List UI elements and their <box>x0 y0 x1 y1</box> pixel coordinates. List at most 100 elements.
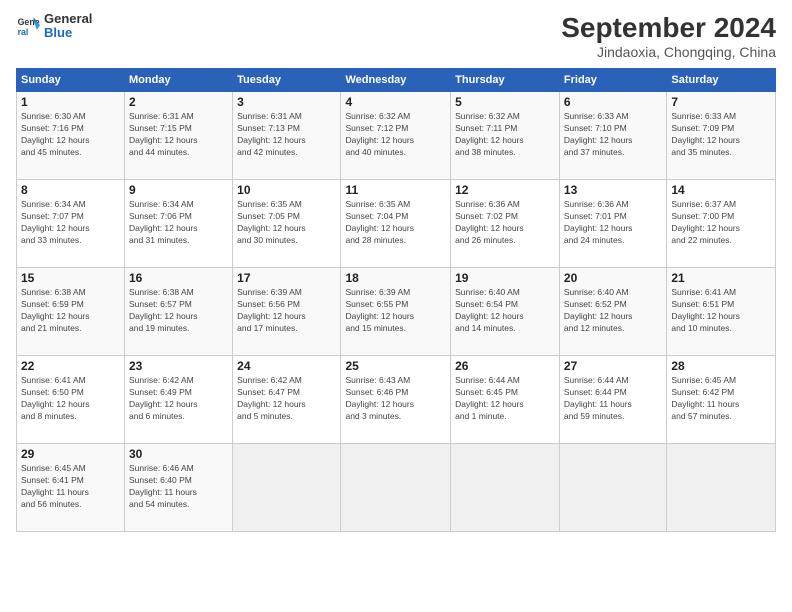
day-number: 29 <box>21 447 120 461</box>
calendar-cell: 17 Sunrise: 6:39 AM Sunset: 6:56 PM Dayli… <box>233 268 341 356</box>
day-number: 22 <box>21 359 120 373</box>
calendar-cell: 20 Sunrise: 6:40 AM Sunset: 6:52 PM Dayli… <box>559 268 666 356</box>
day-number: 10 <box>237 183 336 197</box>
day-info: Sunrise: 6:44 AM Sunset: 6:44 PM Dayligh… <box>564 375 662 423</box>
weekday-header-sunday: Sunday <box>17 69 125 92</box>
day-info: Sunrise: 6:45 AM Sunset: 6:42 PM Dayligh… <box>671 375 771 423</box>
calendar-cell: 30Sunrise: 6:46 AM Sunset: 6:40 PM Dayli… <box>125 444 233 532</box>
calendar-cell: 21Sunrise: 6:41 AM Sunset: 6:51 PM Dayli… <box>667 268 776 356</box>
logo-text-bottom: Blue <box>44 26 92 40</box>
location-subtitle: Jindaoxia, Chongqing, China <box>561 44 776 60</box>
day-info: Sunrise: 6:40 AM Sunset: 6:52 PM Dayligh… <box>564 287 662 335</box>
day-info: Sunrise: 6:32 AM Sunset: 7:11 PM Dayligh… <box>455 111 555 159</box>
day-info: Sunrise: 6:36 AM Sunset: 7:01 PM Dayligh… <box>564 199 662 247</box>
calendar-cell: 11 Sunrise: 6:35 AM Sunset: 7:04 PM Dayli… <box>341 180 451 268</box>
day-number: 26 <box>455 359 555 373</box>
calendar-header-row: SundayMondayTuesdayWednesdayThursdayFrid… <box>17 69 776 92</box>
day-info: Sunrise: 6:42 AM Sunset: 6:47 PM Dayligh… <box>237 375 336 423</box>
day-number: 4 <box>345 95 446 109</box>
calendar-cell <box>341 444 451 532</box>
day-number: 6 <box>564 95 662 109</box>
weekday-header-saturday: Saturday <box>667 69 776 92</box>
day-number: 16 <box>129 271 228 285</box>
day-number: 11 <box>345 183 446 197</box>
day-number: 25 <box>345 359 446 373</box>
calendar-cell: 1Sunrise: 6:30 AM Sunset: 7:16 PM Daylig… <box>17 92 125 180</box>
logo-text-top: General <box>44 12 92 26</box>
calendar-cell: 23Sunrise: 6:42 AM Sunset: 6:49 PM Dayli… <box>125 356 233 444</box>
calendar-cell: 27 Sunrise: 6:44 AM Sunset: 6:44 PM Dayli… <box>559 356 666 444</box>
calendar-week-row: 22 Sunrise: 6:41 AM Sunset: 6:50 PM Dayli… <box>17 356 776 444</box>
day-info: Sunrise: 6:31 AM Sunset: 7:13 PM Dayligh… <box>237 111 336 159</box>
day-info: Sunrise: 6:46 AM Sunset: 6:40 PM Dayligh… <box>129 463 228 511</box>
day-info: Sunrise: 6:32 AM Sunset: 7:12 PM Dayligh… <box>345 111 446 159</box>
calendar-cell: 8Sunrise: 6:34 AM Sunset: 7:07 PM Daylig… <box>17 180 125 268</box>
calendar-cell: 6 Sunrise: 6:33 AM Sunset: 7:10 PM Daylig… <box>559 92 666 180</box>
calendar-week-row: 8Sunrise: 6:34 AM Sunset: 7:07 PM Daylig… <box>17 180 776 268</box>
day-info: Sunrise: 6:38 AM Sunset: 6:57 PM Dayligh… <box>129 287 228 335</box>
calendar-cell: 18 Sunrise: 6:39 AM Sunset: 6:55 PM Dayli… <box>341 268 451 356</box>
calendar-cell: 19 Sunrise: 6:40 AM Sunset: 6:54 PM Dayli… <box>451 268 560 356</box>
day-info: Sunrise: 6:41 AM Sunset: 6:50 PM Dayligh… <box>21 375 120 423</box>
weekday-header-friday: Friday <box>559 69 666 92</box>
calendar-table: SundayMondayTuesdayWednesdayThursdayFrid… <box>16 68 776 532</box>
calendar-cell: 22 Sunrise: 6:41 AM Sunset: 6:50 PM Dayli… <box>17 356 125 444</box>
weekday-header-tuesday: Tuesday <box>233 69 341 92</box>
calendar-cell <box>667 444 776 532</box>
calendar-cell: 28 Sunrise: 6:45 AM Sunset: 6:42 PM Dayli… <box>667 356 776 444</box>
calendar-cell <box>233 444 341 532</box>
day-info: Sunrise: 6:40 AM Sunset: 6:54 PM Dayligh… <box>455 287 555 335</box>
day-info: Sunrise: 6:31 AM Sunset: 7:15 PM Dayligh… <box>129 111 228 159</box>
weekday-header-thursday: Thursday <box>451 69 560 92</box>
calendar-cell: 29Sunrise: 6:45 AM Sunset: 6:41 PM Dayli… <box>17 444 125 532</box>
calendar-cell: 5 Sunrise: 6:32 AM Sunset: 7:11 PM Daylig… <box>451 92 560 180</box>
day-info: Sunrise: 6:33 AM Sunset: 7:10 PM Dayligh… <box>564 111 662 159</box>
day-number: 21 <box>671 271 771 285</box>
day-info: Sunrise: 6:39 AM Sunset: 6:56 PM Dayligh… <box>237 287 336 335</box>
day-number: 5 <box>455 95 555 109</box>
day-number: 27 <box>564 359 662 373</box>
day-number: 18 <box>345 271 446 285</box>
day-number: 15 <box>21 271 120 285</box>
month-title: September 2024 <box>561 12 776 44</box>
calendar-cell <box>559 444 666 532</box>
calendar-cell: 7Sunrise: 6:33 AM Sunset: 7:09 PM Daylig… <box>667 92 776 180</box>
day-info: Sunrise: 6:44 AM Sunset: 6:45 PM Dayligh… <box>455 375 555 423</box>
logo: Gene ral General Blue <box>16 12 92 41</box>
calendar-cell: 9 Sunrise: 6:34 AM Sunset: 7:06 PM Daylig… <box>125 180 233 268</box>
day-number: 24 <box>237 359 336 373</box>
calendar-cell: 3 Sunrise: 6:31 AM Sunset: 7:13 PM Daylig… <box>233 92 341 180</box>
day-info: Sunrise: 6:39 AM Sunset: 6:55 PM Dayligh… <box>345 287 446 335</box>
day-info: Sunrise: 6:34 AM Sunset: 7:06 PM Dayligh… <box>129 199 228 247</box>
weekday-header-monday: Monday <box>125 69 233 92</box>
day-number: 20 <box>564 271 662 285</box>
calendar-cell <box>451 444 560 532</box>
page-header: Gene ral General Blue September 2024 Jin… <box>16 12 776 60</box>
day-number: 3 <box>237 95 336 109</box>
svg-text:ral: ral <box>18 27 29 37</box>
day-info: Sunrise: 6:38 AM Sunset: 6:59 PM Dayligh… <box>21 287 120 335</box>
day-number: 17 <box>237 271 336 285</box>
calendar-week-row: 1Sunrise: 6:30 AM Sunset: 7:16 PM Daylig… <box>17 92 776 180</box>
day-number: 28 <box>671 359 771 373</box>
title-block: September 2024 Jindaoxia, Chongqing, Chi… <box>561 12 776 60</box>
day-info: Sunrise: 6:43 AM Sunset: 6:46 PM Dayligh… <box>345 375 446 423</box>
day-info: Sunrise: 6:35 AM Sunset: 7:04 PM Dayligh… <box>345 199 446 247</box>
calendar-cell: 13Sunrise: 6:36 AM Sunset: 7:01 PM Dayli… <box>559 180 666 268</box>
day-info: Sunrise: 6:36 AM Sunset: 7:02 PM Dayligh… <box>455 199 555 247</box>
day-info: Sunrise: 6:35 AM Sunset: 7:05 PM Dayligh… <box>237 199 336 247</box>
day-number: 9 <box>129 183 228 197</box>
calendar-cell: 15 Sunrise: 6:38 AM Sunset: 6:59 PM Dayli… <box>17 268 125 356</box>
day-info: Sunrise: 6:37 AM Sunset: 7:00 PM Dayligh… <box>671 199 771 247</box>
calendar-cell: 14 Sunrise: 6:37 AM Sunset: 7:00 PM Dayli… <box>667 180 776 268</box>
day-number: 19 <box>455 271 555 285</box>
day-info: Sunrise: 6:33 AM Sunset: 7:09 PM Dayligh… <box>671 111 771 159</box>
day-number: 12 <box>455 183 555 197</box>
calendar-cell: 2Sunrise: 6:31 AM Sunset: 7:15 PM Daylig… <box>125 92 233 180</box>
day-number: 14 <box>671 183 771 197</box>
day-info: Sunrise: 6:34 AM Sunset: 7:07 PM Dayligh… <box>21 199 120 247</box>
calendar-week-row: 29Sunrise: 6:45 AM Sunset: 6:41 PM Dayli… <box>17 444 776 532</box>
calendar-cell: 10 Sunrise: 6:35 AM Sunset: 7:05 PM Dayli… <box>233 180 341 268</box>
calendar-cell: 25 Sunrise: 6:43 AM Sunset: 6:46 PM Dayli… <box>341 356 451 444</box>
logo-icon: Gene ral <box>16 14 40 38</box>
